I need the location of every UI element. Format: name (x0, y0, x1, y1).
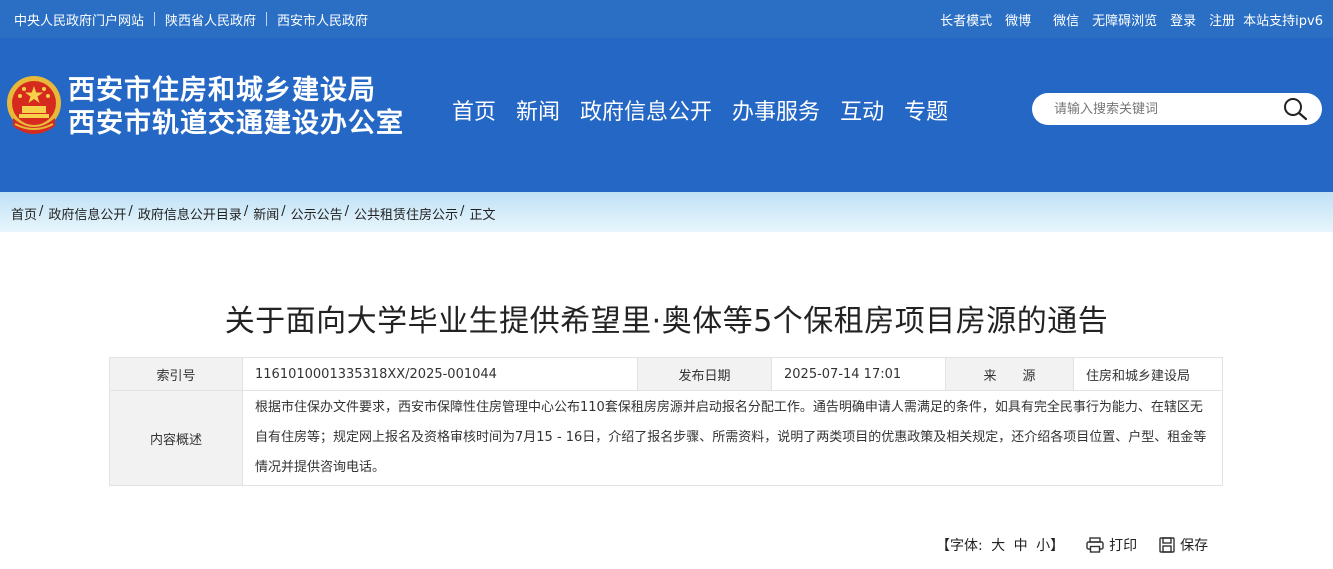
ipv6-notice: 本站支持ipv6 (1243, 13, 1323, 29)
crumb-public-rental[interactable]: 公共租赁住房公示 (354, 204, 458, 223)
crumb-sep: / (281, 204, 286, 219)
register-link[interactable]: 注册 (1209, 10, 1235, 29)
font-small-button[interactable]: 小 (1036, 538, 1050, 554)
search-input[interactable] (1054, 99, 1274, 119)
article-title: 关于面向大学毕业生提供希望里·奥体等5个保租房项目房源的通告 (224, 304, 1109, 339)
nav-home[interactable]: 首页 (452, 97, 496, 129)
meta-row: 内容概述 根据市住保办文件要求，西安市保障性住房管理中心公布110套保租房房源并… (109, 390, 1223, 486)
save-icon (1159, 537, 1175, 553)
wechat-link[interactable]: 微信 (1053, 10, 1079, 29)
org-name[interactable]: 西安市住房和城乡建设局 西安市轨道交通建设办公室 (68, 74, 404, 140)
breadcrumb: 首页 / 政府信息公开 / 政府信息公开目录 / 新闻 / 公示公告 / 公共租赁住房公示… (11, 204, 495, 223)
search-icon[interactable] (1282, 97, 1308, 121)
print-label: 打印 (1109, 538, 1138, 554)
article-tools: 【字体: 大 中 小】 打印 保存 (936, 535, 1208, 555)
crumb-home[interactable]: 首页 (11, 204, 37, 223)
source-value: 住房和城乡建设局 (1073, 357, 1223, 391)
national-emblem-icon[interactable] (5, 74, 63, 136)
font-size-label: 【字体: (936, 538, 983, 554)
search-box (1032, 93, 1322, 125)
elder-mode-link[interactable]: 长者模式 (940, 10, 992, 29)
link-central-gov[interactable]: 中央人民政府门户网站 (14, 10, 144, 29)
index-value: 1161010001335318XX/2025-001044 (242, 357, 638, 391)
crumb-sep: / (128, 204, 133, 219)
nav-services[interactable]: 办事服务 (732, 97, 820, 129)
save-button[interactable]: 保存 (1159, 535, 1208, 555)
font-large-button[interactable]: 大 (991, 538, 1005, 554)
nav-news[interactable]: 新闻 (516, 97, 560, 129)
nav-topics[interactable]: 专题 (904, 97, 948, 129)
org-name-line2: 西安市轨道交通建设办公室 (68, 108, 404, 139)
weibo-link[interactable]: 微博 (1005, 10, 1031, 29)
date-value: 2025-07-14 17:01 (771, 357, 946, 391)
font-medium-button[interactable]: 中 (1014, 538, 1028, 554)
main-nav: 首页 新闻 政府信息公开 办事服务 互动 专题 (452, 97, 968, 129)
source-label: 来 源 (945, 357, 1074, 391)
index-label: 索引号 (109, 357, 243, 391)
org-name-line1: 西安市住房和城乡建设局 (68, 75, 376, 106)
printer-icon (1086, 537, 1104, 553)
divider (266, 12, 268, 26)
crumb-sep: / (460, 204, 465, 219)
summary-value: 根据市住保办文件要求，西安市保障性住房管理中心公布110套保租房房源并启动报名分… (242, 390, 1223, 486)
crumb-current: 正文 (469, 208, 496, 223)
login-link[interactable]: 登录 (1170, 10, 1196, 29)
top-utility-bar: 中央人民政府门户网站 陕西省人民政府 西安市人民政府 长者模式 微博 微信 无障… (0, 0, 1333, 38)
crumb-sep: / (243, 204, 249, 219)
date-label: 发布日期 (637, 357, 772, 391)
accessibility-link[interactable]: 无障碍浏览 (1092, 10, 1157, 29)
nav-interact[interactable]: 互动 (840, 97, 884, 129)
crumb-sep: / (344, 204, 350, 219)
meta-row: 索引号 1161010001335318XX/2025-001044 发布日期 … (109, 357, 1223, 391)
crumb-notices[interactable]: 公示公告 (291, 204, 343, 223)
crumb-news[interactable]: 新闻 (253, 204, 279, 223)
summary-label: 内容概述 (109, 390, 243, 486)
crumb-gov-info[interactable]: 政府信息公开 (48, 204, 126, 223)
link-shaanxi-gov[interactable]: 陕西省人民政府 (165, 10, 256, 29)
utility-links: 长者模式 微博 微信 无障碍浏览 登录 注册 本站支持ipv6 (927, 0, 1323, 38)
link-xian-gov[interactable]: 西安市人民政府 (277, 10, 368, 29)
font-size-control: 【字体: 大 中 小】 (936, 535, 1064, 555)
nav-gov-info[interactable]: 政府信息公开 (580, 97, 712, 129)
divider (154, 12, 156, 26)
crumb-sep: / (39, 204, 44, 219)
crumb-gov-catalog[interactable]: 政府信息公开目录 (138, 204, 242, 223)
save-label: 保存 (1180, 538, 1209, 554)
article-meta-table: 索引号 1161010001335318XX/2025-001044 发布日期 … (109, 357, 1223, 486)
print-button[interactable]: 打印 (1086, 535, 1137, 555)
font-size-close: 】 (1050, 538, 1065, 554)
gov-links: 中央人民政府门户网站 陕西省人民政府 西安市人民政府 (14, 0, 368, 38)
breadcrumb-band: 首页 / 政府信息公开 / 政府信息公开目录 / 新闻 / 公示公告 / 公共租赁住房公示… (0, 192, 1333, 232)
